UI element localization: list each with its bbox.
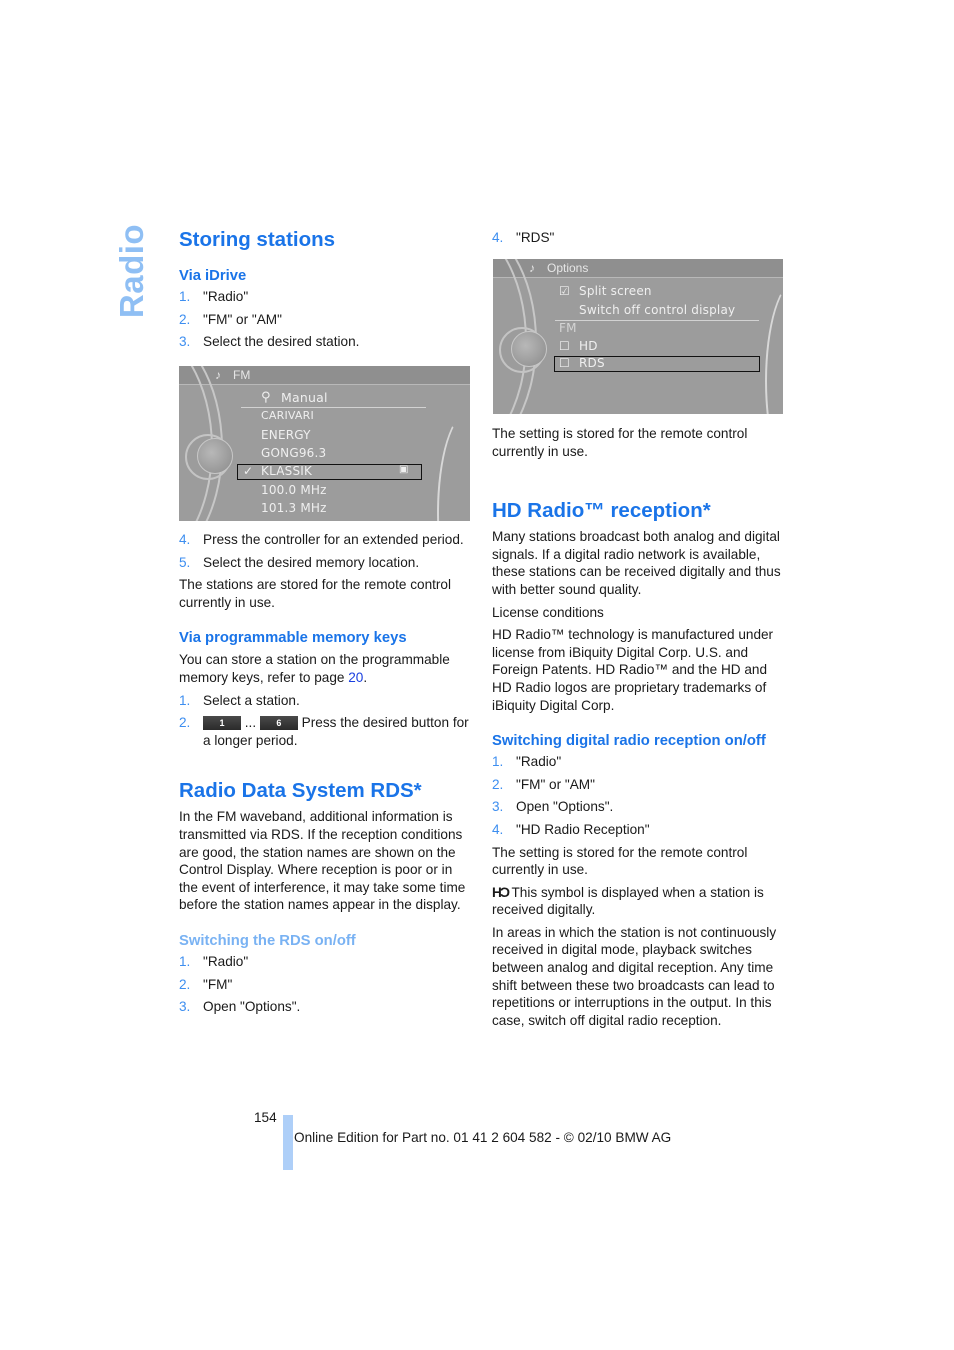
option-hd[interactable]: HD [579,339,598,353]
search-icon: ⚲ [261,390,271,405]
memory-key-6-icon: 6 [259,715,298,730]
divider [241,407,426,408]
screen-header [179,366,470,385]
list-item: 1. "Radio" [179,289,249,304]
scroll-arc [437,411,470,521]
list-item: 2. "FM" [179,976,233,992]
screen-title: FM [233,368,251,382]
switching-rds-heading: Switching the RDS on/off [179,932,356,949]
station-item[interactable]: 100.0 MHz [261,483,327,497]
list-item: 3. Open "Options". [179,999,301,1015]
memory-keys-text: You can store a station on the programma… [179,652,450,685]
list-item: 4. Press the controller for an extended p… [179,532,464,547]
list-item: 4. "HD Radio Reception" [492,821,650,837]
options-icon: ♪ [529,261,535,275]
list-item: 3. Open "Options". [492,799,614,815]
list-item: 2. "FM" or "AM" [179,311,282,327]
list-item: 1. "Radio" [492,754,562,770]
checkmark-icon: ✓ [243,464,254,478]
station-item[interactable]: ENERGY [261,428,311,442]
via-idrive-heading: Via iDrive [179,268,247,284]
station-item[interactable]: CARIVARI [261,409,314,422]
storing-stations-heading: Storing stations [179,228,336,251]
memory-icon: ▣ [399,464,409,475]
rds-body: In the FM waveband, additional informati… [179,809,466,913]
right-column: The setting is stored for the remote con… [492,425,784,1029]
controller-knob-icon [197,438,233,474]
right-column-top: 4. "RDS" [492,229,784,247]
hd-intro: Many stations broadcast both analog and … [492,529,781,597]
chapter-side-tab: Radio [112,224,152,318]
footer-accent-bar [283,1115,293,1170]
checkbox-icon[interactable]: ☐ [559,339,570,353]
chapter-label: Radio [113,223,150,319]
screen-title: Options [547,261,589,275]
license-label: License conditions [492,604,604,620]
switching-digital-heading: Switching digital radio reception on/off [492,733,766,750]
list-item: 2. 1 ... 6 Press the desired button for a… [179,715,469,748]
hd-symbol-text: HƆ This symbol is displayed when a stati… [492,883,764,918]
controller-knob-icon [511,331,547,367]
stored-note: The setting is stored for the remote con… [492,426,748,459]
radio-icon: ♪ [215,368,221,382]
left-column: Storing stations Via iDrive 1. "Radio" 2.… [179,228,471,351]
list-item: 5. Select the desired memory location. [179,554,420,570]
memory-key-1-icon: 1 [203,715,241,730]
stored-note: The stations are stored for the remote c… [179,577,452,610]
station-item-selected[interactable]: KLASSIK [261,464,312,478]
footer-edition: Online Edition for Part no. 01 41 2 604 … [294,1130,672,1145]
page-number: 154 [254,1110,277,1125]
list-item: 1. Select a station. [179,692,300,708]
fm-section-label: FM [559,321,577,335]
option-split-screen[interactable]: Split screen [579,284,652,298]
via-memory-keys-heading: Via programmable memory keys [179,630,407,647]
license-text: HD Radio™ technology is manufactured und… [492,627,774,713]
option-rds[interactable]: RDS [579,356,605,370]
list-item: 2. "FM" or "AM" [492,776,595,792]
menu-item-manual[interactable]: Manual [281,390,328,405]
left-column-continued: 4. Press the controller for an extended p… [179,531,471,1016]
list-item: 1. "Radio" [179,953,249,969]
fm-station-list-screenshot: ♪ FM ⚲ Manual CARIVARI ENERGY GONG96.3 ✓… [179,366,470,521]
page-link[interactable]: 20 [348,670,363,685]
divider [555,320,759,321]
hd-radio-icon: HƆ [492,883,510,900]
scroll-arc [765,279,783,414]
stored-note: The setting is stored for the remote con… [492,844,748,878]
hd-radio-heading: HD Radio™ reception* [492,499,711,523]
hd-final-text: In areas in which the station is not con… [492,924,777,1028]
list-item: 4. "RDS" [492,230,555,245]
options-screenshot: ♪ Options ☑ Split screen Switch off cont… [493,259,783,414]
screen-header [493,259,783,278]
checkbox-icon[interactable]: ☐ [559,356,570,370]
list-item: 3. Select the desired station. [179,334,360,350]
station-item[interactable]: GONG96.3 [261,446,326,460]
checkbox-checked-icon[interactable]: ☑ [559,284,570,298]
option-switch-off-display[interactable]: Switch off control display [579,303,735,317]
station-item[interactable]: 101.3 MHz [261,501,327,515]
rds-heading: Radio Data System RDS* [179,779,422,803]
